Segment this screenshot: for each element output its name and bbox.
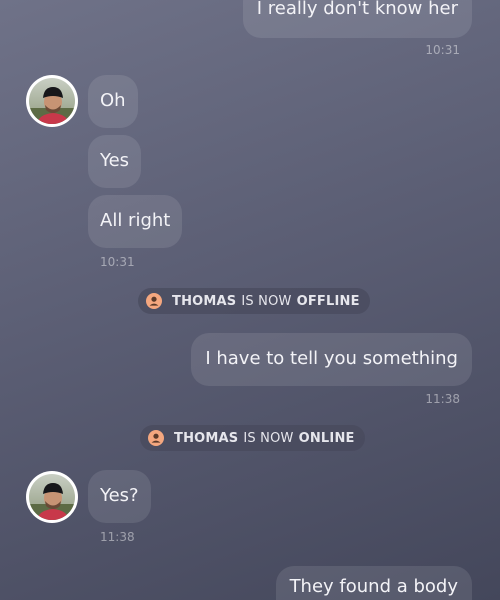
status-notice: THOMAS IS NOW ONLINE xyxy=(140,425,365,451)
message-text: I have to tell you something xyxy=(205,348,458,369)
message-bubble-outgoing[interactable]: I have to tell you something xyxy=(191,333,472,386)
message-bubble-outgoing[interactable]: I really don't know her xyxy=(242,0,472,38)
contact-avatar-photo-icon xyxy=(29,474,75,520)
message-text: Yes xyxy=(100,150,130,171)
message-text: I really don't know her xyxy=(256,0,458,19)
message-timestamp: 10:31 xyxy=(425,43,460,57)
user-icon xyxy=(146,293,162,309)
message-bubble-incoming[interactable]: Yes? xyxy=(88,470,151,523)
status-state: OFFLINE xyxy=(296,293,360,309)
avatar[interactable] xyxy=(26,471,78,523)
status-user-name: THOMAS xyxy=(174,430,239,446)
message-text: Yes? xyxy=(100,485,139,506)
avatar[interactable] xyxy=(26,75,78,127)
message-timestamp: 11:38 xyxy=(100,530,135,544)
message-bubble-incoming[interactable]: All right xyxy=(88,195,183,248)
chat-thread: I really don't know her 10:31 Oh Yes All xyxy=(0,0,500,600)
message-bubble-incoming[interactable]: Yes xyxy=(88,135,142,188)
status-user-name: THOMAS xyxy=(172,293,237,309)
message-bubble-outgoing[interactable]: They found a body xyxy=(275,566,472,600)
user-icon xyxy=(148,430,164,446)
status-connector: IS NOW xyxy=(243,430,294,446)
message-timestamp: 10:31 xyxy=(100,255,135,269)
status-connector: IS NOW xyxy=(241,293,292,309)
contact-avatar-photo-icon xyxy=(29,78,75,124)
message-text: All right xyxy=(100,210,171,231)
status-notice: THOMAS IS NOW OFFLINE xyxy=(138,288,370,314)
status-state: ONLINE xyxy=(298,430,355,446)
message-bubble-incoming[interactable]: Oh xyxy=(88,75,138,128)
message-text: Oh xyxy=(100,90,126,111)
message-text: They found a body xyxy=(289,576,458,597)
message-timestamp: 11:38 xyxy=(425,392,460,406)
